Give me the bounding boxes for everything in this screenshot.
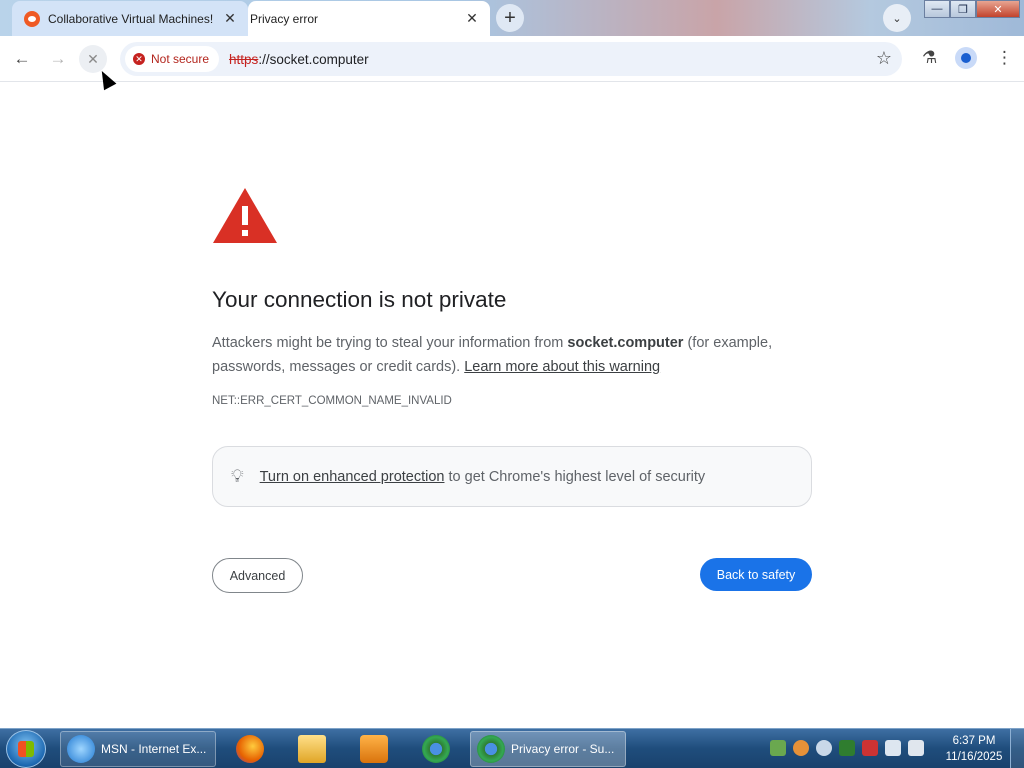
clock-date: 11/16/2025 <box>945 751 1003 763</box>
chevron-down-icon: ⌄ <box>892 12 902 25</box>
back-button[interactable]: ← <box>8 45 36 73</box>
tab-title: Collaborative Virtual Machines! <box>48 11 214 26</box>
chrome-icon <box>422 735 450 763</box>
system-clock[interactable]: 6:37 PM 11/16/2025 <box>940 733 1008 765</box>
minimize-button[interactable]: — <box>924 0 950 18</box>
more-menu-icon[interactable]: ⋮ <box>996 48 1013 68</box>
domain-name: socket.computer <box>567 335 684 351</box>
forward-button[interactable]: → <box>44 45 72 73</box>
enhanced-protection-box: 💡︎ Turn on enhanced protection to get Ch… <box>212 446 812 507</box>
enhanced-protection-link[interactable]: Turn on enhanced protection <box>260 469 445 485</box>
learn-more-link[interactable]: Learn more about this warning <box>464 359 660 375</box>
warning-description: Attackers might be trying to steal your … <box>212 335 773 375</box>
maximize-button[interactable]: ❐ <box>950 0 976 18</box>
tray-app-icon[interactable] <box>770 740 786 756</box>
page-title: Your connection is not private <box>212 287 507 312</box>
system-tray <box>770 740 924 756</box>
ie-icon <box>67 735 95 763</box>
close-icon[interactable]: ✕ <box>220 9 240 29</box>
chrome-icon <box>477 735 505 763</box>
taskbar: MSN - Internet Ex... Privacy error - Su.… <box>0 728 1024 768</box>
close-icon: ✕ <box>87 50 99 67</box>
show-desktop-button[interactable] <box>1010 729 1024 768</box>
advanced-button[interactable]: Advanced <box>212 558 303 593</box>
taskbar-item-media-player[interactable] <box>354 731 394 767</box>
lightbulb-icon: 💡︎ <box>231 466 244 486</box>
taskbar-item-privacy-error[interactable]: Privacy error - Su... <box>470 731 626 767</box>
security-chip[interactable]: ✕ Not secure <box>125 46 220 72</box>
tray-search-icon[interactable] <box>793 740 809 756</box>
tray-star-icon[interactable] <box>816 740 832 756</box>
bookmark-star-icon[interactable]: ☆ <box>876 48 892 69</box>
arrow-right-icon: → <box>49 49 67 68</box>
close-icon[interactable]: ✕ <box>462 9 482 29</box>
nvidia-icon[interactable] <box>839 740 855 756</box>
url-host: ://socket.computer <box>258 51 369 67</box>
start-button[interactable] <box>6 730 46 768</box>
clock-time: 6:37 PM <box>952 735 996 747</box>
url-scheme: https <box>229 51 259 67</box>
reddit-icon <box>24 10 40 27</box>
tab-title: Privacy error <box>250 11 319 26</box>
tab-search-button[interactable]: ⌄ <box>883 4 911 32</box>
taskbar-item-firefox[interactable] <box>230 731 270 767</box>
folder-icon <box>298 735 326 763</box>
interstitial-content: Your connection is not private Attackers… <box>212 186 812 593</box>
volume-muted-icon[interactable] <box>908 740 924 756</box>
taskbar-item-explorer[interactable] <box>292 731 332 767</box>
back-to-safety-button[interactable]: Back to safety <box>700 558 812 591</box>
error-code: NET::ERR_CERT_COMMON_NAME_INVALID <box>212 395 452 407</box>
arrow-left-icon: ← <box>13 49 31 68</box>
warning-circle-icon: ✕ <box>133 53 145 65</box>
firefox-icon <box>236 735 264 763</box>
address-bar[interactable]: ✕ Not secure https://socket.computer ☆ <box>120 42 902 76</box>
tab-strip: Collaborative Virtual Machines! ✕ Privac… <box>0 0 1024 36</box>
new-tab-button[interactable]: + <box>496 4 524 32</box>
security-chip-label: Not secure <box>151 52 210 66</box>
tray-flag-icon[interactable] <box>862 740 878 756</box>
profile-avatar-icon[interactable] <box>955 47 977 69</box>
close-window-button[interactable]: ✕ <box>976 0 1020 18</box>
media-player-icon <box>360 735 388 763</box>
browser-toolbar: ← → ✕ ✕ Not secure https://socket.comput… <box>0 36 1024 82</box>
warning-triangle-icon <box>213 188 277 243</box>
tab-privacy-error[interactable]: Privacy error ✕ <box>248 1 490 36</box>
taskbar-item-chrome[interactable] <box>416 731 456 767</box>
url-text[interactable]: https://socket.computer <box>229 52 369 67</box>
network-icon[interactable] <box>885 740 901 756</box>
labs-flask-icon[interactable]: ⚗ <box>922 48 937 68</box>
stop-loading-button[interactable]: ✕ <box>79 45 107 73</box>
window-controls: — ❐ ✕ <box>924 0 1020 18</box>
taskbar-item-ie[interactable]: MSN - Internet Ex... <box>60 731 216 767</box>
tab-collaborative-vms[interactable]: Collaborative Virtual Machines! ✕ <box>12 1 248 36</box>
